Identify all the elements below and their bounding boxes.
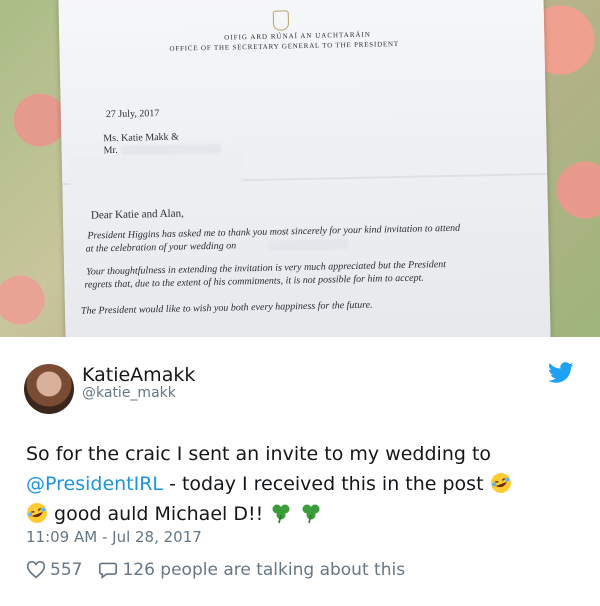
tweet-stats: 557 126 people are talking about this	[26, 560, 405, 580]
shamrock-emoji	[272, 504, 290, 524]
letter-paper: Oifig Ard Rúnaí an Uachtaráin Office of …	[58, 0, 551, 337]
letter-header-irish: Oifig Ard Rúnaí an Uachtaráin	[224, 30, 371, 42]
tweet-timestamp[interactable]: 11:09 AM - Jul 28, 2017	[26, 528, 202, 546]
letter-para1-line1: President Higgins has asked me to thank …	[87, 222, 461, 242]
twitter-bird-icon[interactable]	[548, 362, 574, 384]
redacted-address	[69, 153, 243, 203]
mention-link[interactable]: @PresidentIRL	[26, 473, 163, 495]
rolling-on-floor-laughing-emoji	[490, 473, 511, 493]
shamrock-emoji-2	[302, 504, 320, 524]
tweet-text-part2: - today I received this in the post	[163, 473, 484, 495]
rolling-on-floor-laughing-emoji-2	[27, 503, 47, 523]
speech-bubble-icon[interactable]	[98, 561, 118, 579]
heart-outline-icon[interactable]	[26, 561, 46, 579]
letter-para1-line2: at the celebration of your wedding on	[85, 240, 237, 255]
letter-salutation: Dear Katie and Alan,	[90, 207, 184, 222]
reply-count-text[interactable]: 126 people are talking about this	[122, 560, 405, 580]
letter-header-english: Office of the Secretary General to the P…	[169, 39, 400, 53]
redacted-date	[268, 239, 349, 251]
letter-para3: The President would like to wish you bot…	[80, 299, 373, 317]
like-count[interactable]: 557	[50, 560, 82, 580]
tweet-text: So for the craic I sent an invite to my …	[26, 439, 586, 529]
harp-crest-icon	[272, 10, 290, 31]
avatar[interactable]	[24, 364, 74, 414]
letter-date: 27 July, 2017	[105, 108, 160, 121]
letter-photo: Oifig Ard Rúnaí an Uachtaráin Office of …	[0, 0, 600, 337]
letter-recipient: Ms. Katie Makk &	[103, 131, 179, 145]
tweet-text-part3: good auld Michael D!!	[54, 503, 264, 525]
tweet-card: Oifig Ard Rúnaí an Uachtaráin Office of …	[0, 0, 600, 606]
letter-recipient-2: Mr.	[103, 144, 118, 157]
user-handle[interactable]: @katie_makk	[82, 385, 176, 401]
tweet-text-part1: So for the craic I sent an invite to my …	[26, 443, 492, 465]
display-name[interactable]: KatieAmakk	[82, 364, 195, 386]
